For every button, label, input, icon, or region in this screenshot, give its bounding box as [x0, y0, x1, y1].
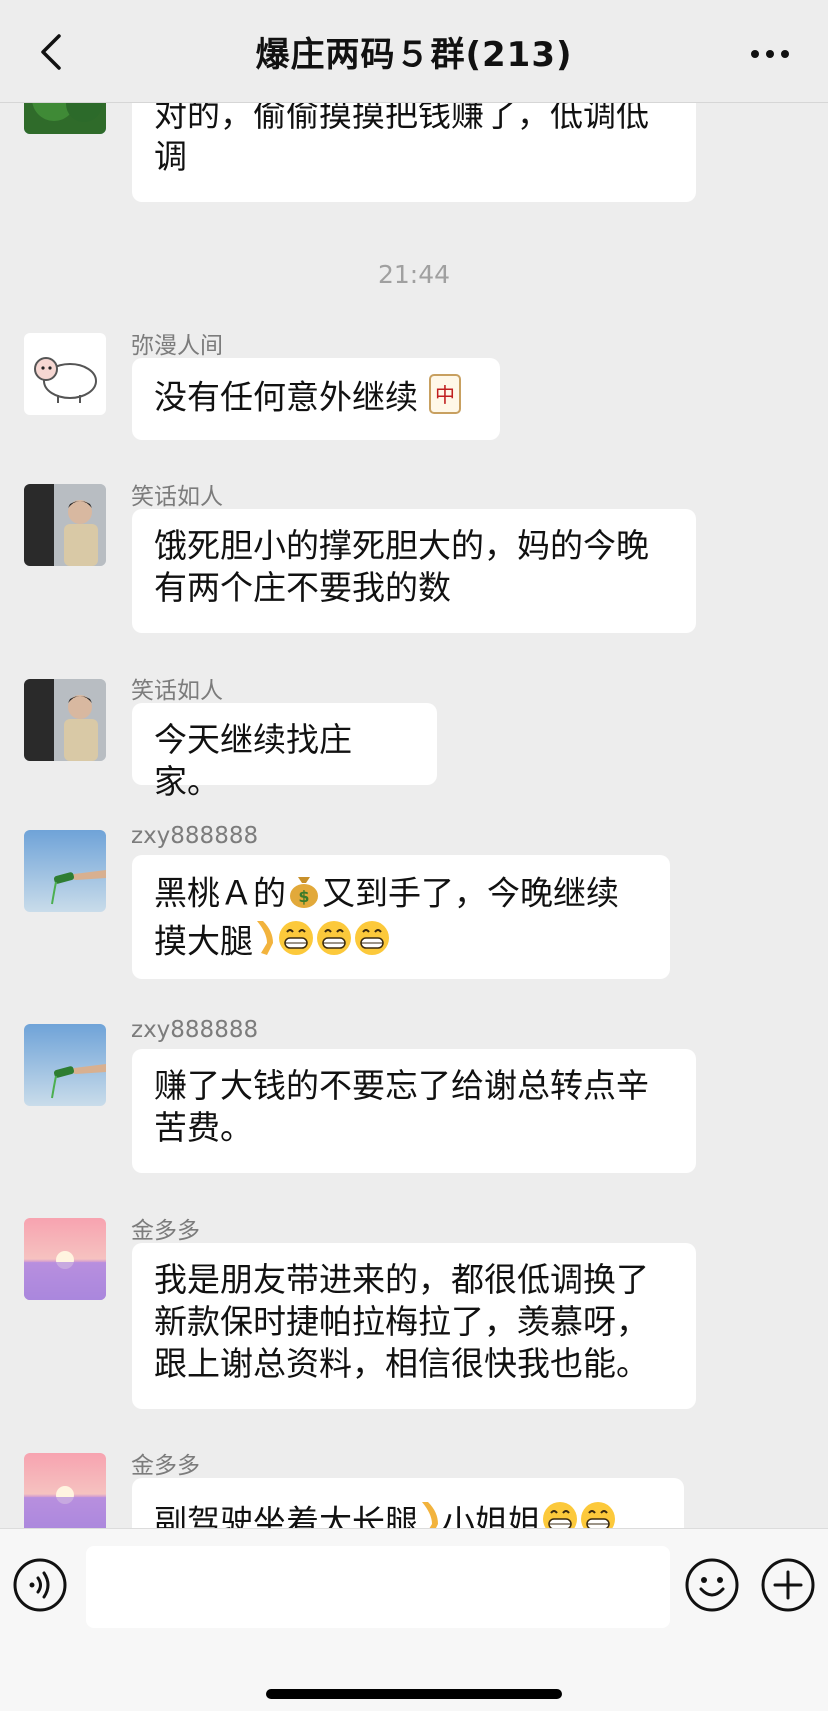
- message-bubble[interactable]: 副驾驶坐着大长腿 小姐姐: [132, 1478, 684, 1528]
- voice-button[interactable]: [12, 1557, 68, 1613]
- sender-name: 笑话如人: [131, 484, 223, 510]
- more-button[interactable]: [742, 34, 798, 74]
- message-text: 跟上谢总资料，相信很快我也能。: [154, 1344, 649, 1383]
- sender-name: zxy888888: [131, 1017, 259, 1043]
- grinning-face-emoji: [277, 919, 315, 967]
- message-text: 赚了大钱的不要忘了给谢总转点辛: [154, 1066, 649, 1105]
- home-indicator: [266, 1689, 562, 1699]
- sender-name: 弥漫人间: [131, 333, 223, 359]
- grinning-face-emoji: [541, 1500, 579, 1528]
- message-text: 饿死胆小的撑死胆大的，妈的今晚: [154, 526, 649, 565]
- emoji-button[interactable]: [684, 1557, 740, 1613]
- avatar[interactable]: [24, 1453, 106, 1528]
- message-text: 摸大腿: [154, 921, 253, 961]
- page-title: 爆庄两码５群(213): [255, 34, 573, 75]
- sender-name: 金多多: [131, 1453, 200, 1479]
- avatar[interactable]: [24, 679, 106, 761]
- svg-text:$: $: [298, 887, 309, 906]
- avatar[interactable]: [24, 1218, 106, 1300]
- voice-icon: [13, 1558, 67, 1612]
- message-text: 副驾驶坐着大长腿: [154, 1502, 418, 1529]
- timestamp: 21:44: [377, 260, 451, 289]
- message-text: 调: [154, 137, 187, 176]
- avatar[interactable]: [24, 1024, 106, 1106]
- sender-name: zxy888888: [131, 823, 259, 849]
- message-text: 今天继续找庄家。: [154, 720, 352, 801]
- plus-circle-icon: [761, 1558, 815, 1612]
- smiley-icon: [685, 1558, 739, 1612]
- message-text: 苦费。: [154, 1108, 253, 1147]
- message-input[interactable]: [86, 1546, 670, 1628]
- chat-header: 爆庄两码５群(213): [0, 0, 828, 103]
- grinning-face-emoji: [353, 919, 391, 967]
- message-text: 没有任何意外继续: [154, 377, 418, 417]
- message-bubble[interactable]: 饿死胆小的撑死胆大的，妈的今晚 有两个庄不要我的数: [132, 509, 696, 633]
- message-bubble[interactable]: 今天继续找庄家。: [132, 703, 437, 801]
- mahjong-red-dragon-emoji: 中: [428, 374, 461, 424]
- more-dots-icon: [751, 50, 789, 58]
- message-bubble[interactable]: 我是朋友带进来的，都很低调换了 新款保时捷帕拉梅拉了，羡慕呀， 跟上谢总资料，相…: [132, 1243, 696, 1409]
- sender-name: 笑话如人: [131, 678, 223, 704]
- leg-emoji: [418, 1500, 442, 1528]
- message-list[interactable]: 对的，偷偷摸摸把钱赚了，低调低 调 21:44 弥漫人间 没有任何意外继续 中: [0, 0, 828, 1528]
- grinning-face-emoji: [315, 919, 353, 967]
- svg-text:中: 中: [435, 383, 455, 407]
- avatar[interactable]: [24, 830, 106, 912]
- message-text: 有两个庄不要我的数: [154, 568, 451, 607]
- message-text: 黑桃Ａ的: [154, 873, 286, 913]
- sender-name: 金多多: [131, 1218, 200, 1244]
- avatar[interactable]: [24, 333, 106, 415]
- grinning-face-emoji: [579, 1500, 617, 1528]
- message-text: 新款保时捷帕拉梅拉了，羡慕呀，: [154, 1302, 649, 1341]
- message-bubble[interactable]: 赚了大钱的不要忘了给谢总转点辛 苦费。: [132, 1049, 696, 1173]
- money-bag-emoji: $: [286, 871, 322, 919]
- message-text: 又到手了，今晚继续: [322, 873, 619, 913]
- message-text: 小姐姐: [442, 1502, 541, 1529]
- message-bubble[interactable]: 黑桃Ａ的 $ 又到手了，今晚继续 摸大腿: [132, 855, 670, 979]
- leg-emoji: [253, 919, 277, 967]
- message-text: 我是朋友带进来的，都很低调换了: [154, 1260, 649, 1299]
- avatar[interactable]: [24, 484, 106, 566]
- input-bar: [0, 1528, 828, 1711]
- plus-button[interactable]: [760, 1557, 816, 1613]
- message-bubble[interactable]: 没有任何意外继续 中: [132, 358, 500, 440]
